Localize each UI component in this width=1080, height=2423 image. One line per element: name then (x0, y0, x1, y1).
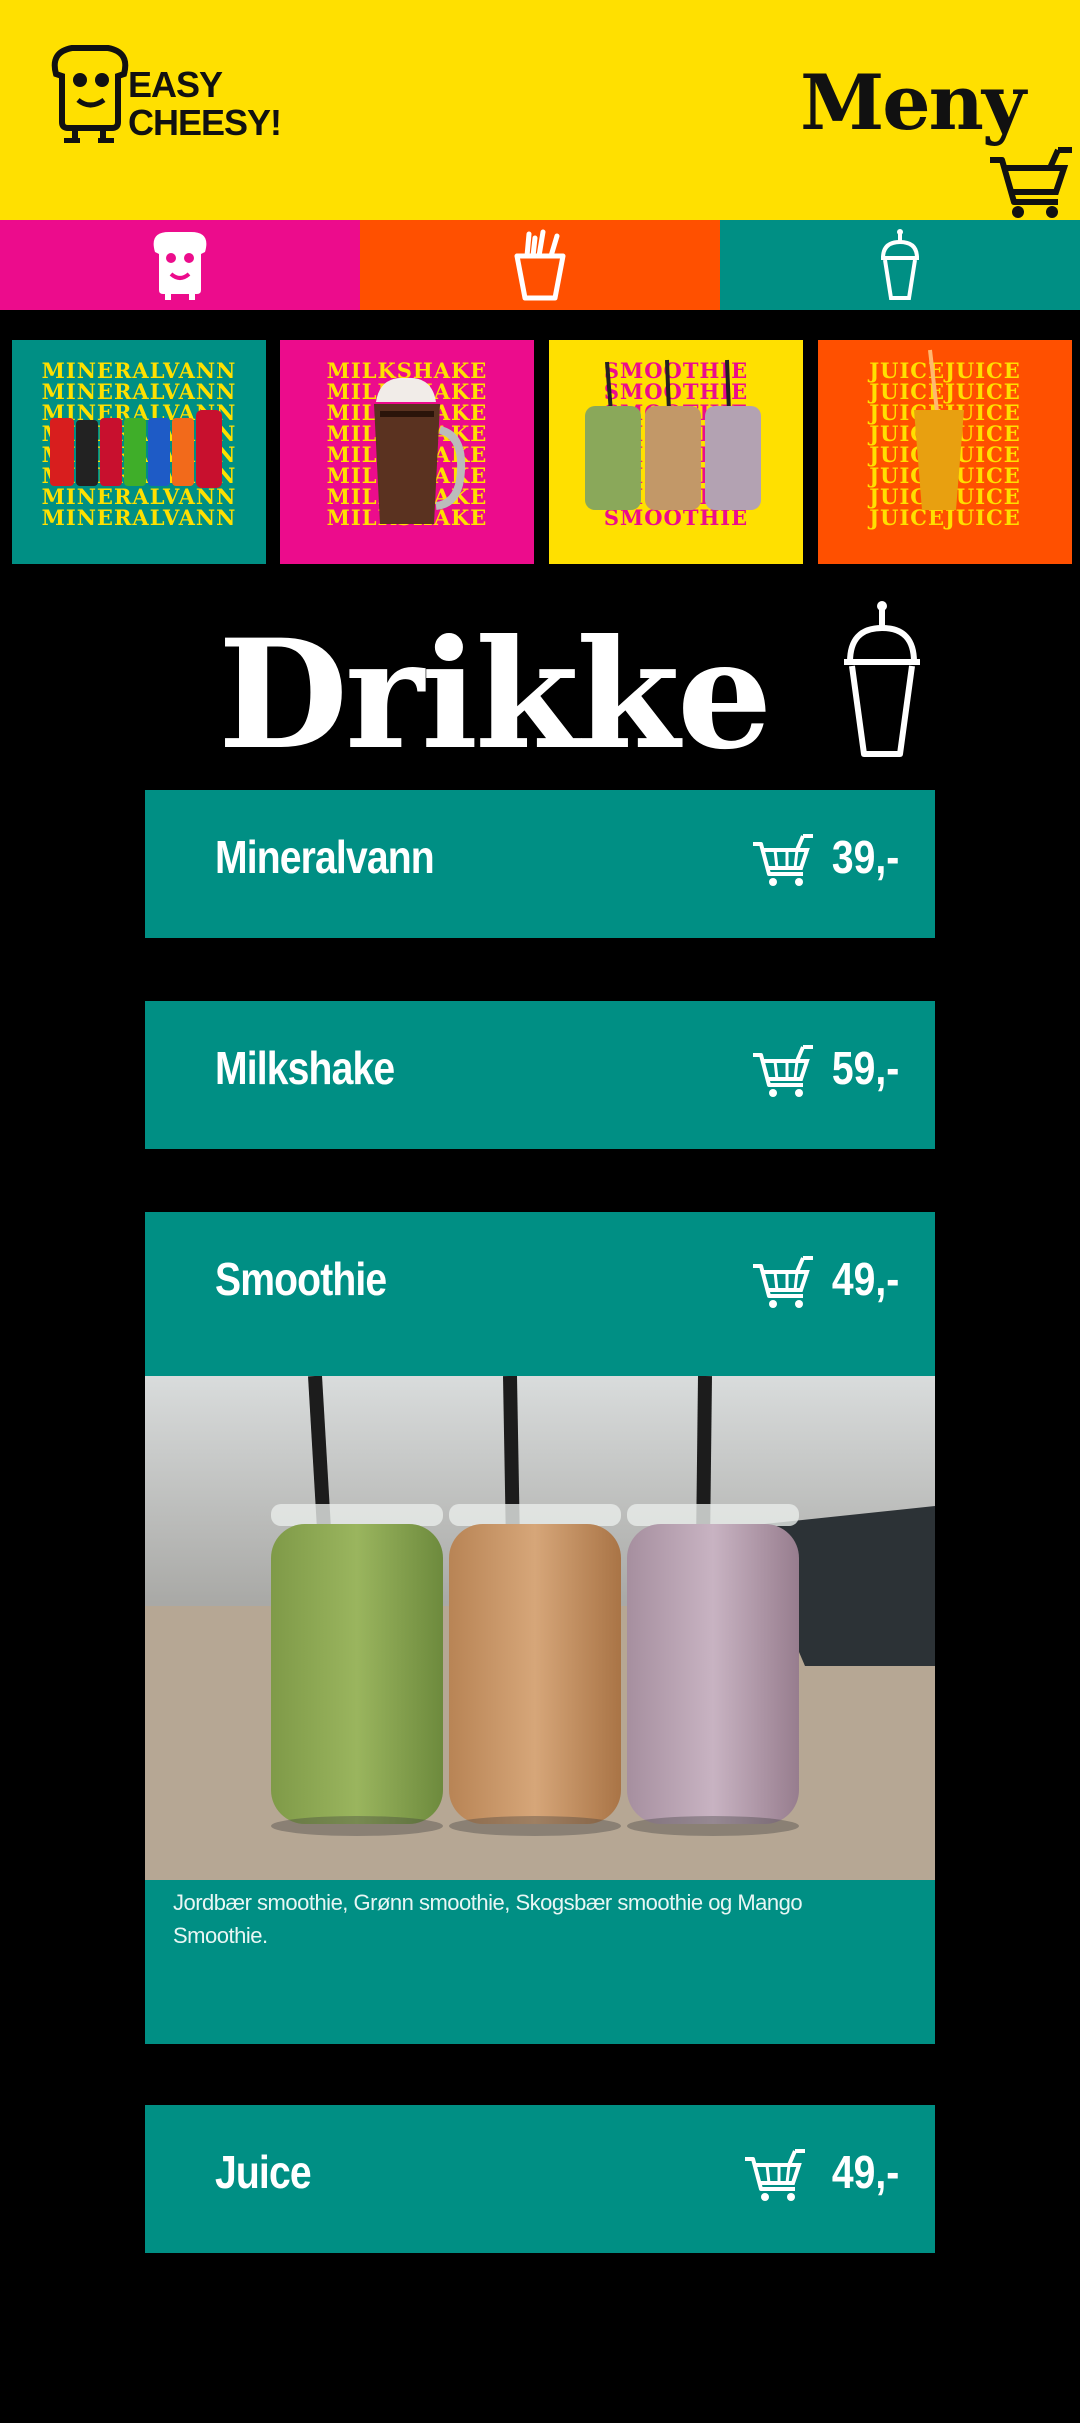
header: EASY CHEESY! Meny (0, 0, 1080, 220)
section-title: Drikke (218, 607, 772, 783)
item-name: Mineralvann (215, 831, 435, 883)
cart-icon[interactable] (743, 2147, 807, 2203)
smoothie-glasses-image (585, 359, 761, 510)
cart-icon[interactable] (751, 832, 815, 888)
cart-icon[interactable] (751, 1254, 815, 1310)
cart-icon[interactable] (988, 146, 1074, 220)
toast-mascot-icon (51, 45, 129, 143)
category-tab-toast[interactable] (0, 220, 360, 310)
smoothie-photo (145, 1376, 935, 1880)
logo-text: EASY CHEESY! (128, 64, 282, 143)
item-price: 49,- (831, 2146, 899, 2198)
thumbnail-mineralvann[interactable]: MINERALVANN MINERALVANN MINERALVANN MINE… (12, 340, 266, 564)
menu-item-smoothie[interactable]: Smoothie 49,- Jordbær smoothie, Grønn sm… (145, 1212, 935, 2044)
thumbnail-juice[interactable]: JUICEJUICE JUICEJUICE JUICEJUICE JUICEJU… (818, 340, 1072, 564)
juice-glass-image (914, 349, 964, 510)
item-header[interactable]: Smoothie 49,- (145, 1212, 935, 1360)
toast-icon (153, 232, 207, 300)
easy-cheesy-logo[interactable]: EASY CHEESY! (46, 44, 306, 154)
category-bar (0, 220, 1080, 310)
item-price: 49,- (831, 1253, 899, 1305)
item-price: 39,- (831, 831, 899, 883)
milkshake-image (374, 377, 466, 524)
menu-item-mineralvann[interactable]: Mineralvann 39,- (145, 790, 935, 938)
category-thumbnails: MINERALVANN MINERALVANN MINERALVANN MINE… (12, 340, 1080, 564)
logo-line-1: EASY (128, 64, 223, 105)
drink-icon (844, 601, 920, 757)
fries-icon (514, 229, 566, 301)
page-title: Meny (800, 58, 1026, 147)
item-description: Jordbær smoothie, Grønn smoothie, Skogsb… (173, 1890, 803, 1948)
drink-icon (880, 229, 920, 300)
item-name: Smoothie (215, 1253, 387, 1305)
item-name: Milkshake (215, 1042, 395, 1094)
thumbnail-milkshake[interactable]: MILKSHAKE MILKSHAKE MILKSHAKE MILKSHAKE … (280, 340, 534, 564)
item-price: 59,- (831, 1042, 899, 1094)
category-tab-drinks[interactable] (720, 220, 1080, 310)
thumbnail-smoothie[interactable]: SMOOTHIE SMOOTHIE SMOOTHIE SMOOTHIE SMOO… (549, 340, 803, 564)
category-tab-fries[interactable] (360, 220, 720, 310)
cart-icon[interactable] (751, 1043, 815, 1099)
logo-line-2: CHEESY! (128, 102, 282, 143)
menu-item-juice[interactable]: Juice 49,- (145, 2105, 935, 2253)
soda-cans-image (50, 410, 222, 488)
item-name: Juice (215, 2146, 312, 2198)
menu-item-milkshake[interactable]: Milkshake 59,- (145, 1001, 935, 1149)
